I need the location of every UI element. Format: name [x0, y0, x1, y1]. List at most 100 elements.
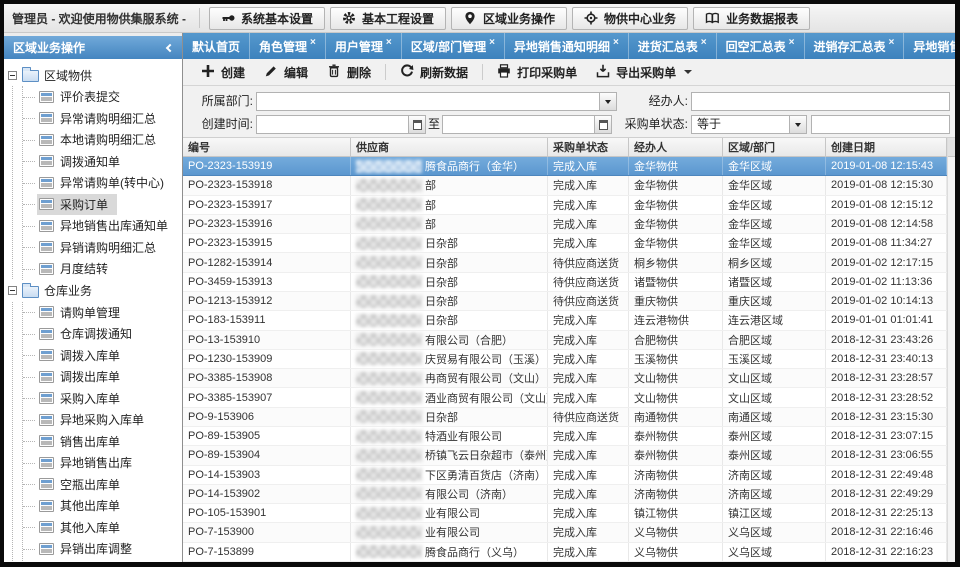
tab-7[interactable]: 进销存汇总表 × [805, 33, 905, 59]
sidebar-item[interactable]: 异地采购入库单 [23, 409, 182, 431]
sidebar-item[interactable]: 销售出库单 [23, 431, 182, 453]
vertical-scrollbar[interactable] [947, 138, 955, 562]
tab-8[interactable]: 异地销售调整明细 × [904, 33, 955, 59]
sidebar-item[interactable]: 调拨出库单 [23, 366, 182, 388]
collapse-toggle-icon[interactable] [8, 71, 17, 80]
sidebar-item[interactable]: 空瓶出库单 [23, 474, 182, 496]
close-icon[interactable]: × [386, 37, 392, 48]
sidebar-item[interactable]: 采购入库单 [23, 388, 182, 410]
handler-field[interactable] [691, 92, 950, 111]
table-row[interactable]: PO-1282-153914 日杂部 待供应商送货 桐乡物供 桐乡区域 2019… [183, 253, 947, 272]
dept-input[interactable] [257, 93, 599, 110]
table-row[interactable]: PO-3385-153908 冉商贸有限公司（文山） 完成入库 文山物供 文山区… [183, 369, 947, 388]
created-from-field[interactable] [256, 115, 426, 134]
dept-dropdown-trigger[interactable] [599, 93, 616, 110]
close-icon[interactable]: × [889, 37, 895, 48]
sidebar-item[interactable]: 请购单管理 [23, 302, 182, 324]
sidebar-item[interactable]: 调拨入库单 [23, 345, 182, 367]
close-icon[interactable]: × [789, 37, 795, 48]
table-row[interactable]: PO-9-153906 日杂部 待供应商送货 南通物供 南通区域 2018-12… [183, 408, 947, 427]
menu-button-data-reports[interactable]: 业务数据报表 [693, 7, 810, 30]
sidebar-group[interactable]: 仓库业务 [8, 280, 182, 302]
close-icon[interactable]: × [701, 37, 707, 48]
tab-0[interactable]: 默认首页 [183, 33, 250, 59]
sidebar-group[interactable]: 区域物供 [8, 64, 182, 86]
sidebar-item[interactable]: 异销出库调整 [23, 538, 182, 560]
date-picker-trigger[interactable] [408, 116, 425, 133]
table-row[interactable]: PO-2323-153915 日杂部 完成入库 金华物供 金华区域 2019-0… [183, 234, 947, 253]
tab-1[interactable]: 角色管理 × [250, 33, 326, 59]
sidebar-item[interactable]: 仓库调拨通知 [23, 323, 182, 345]
table-row[interactable]: PO-1230-153909 庆贸易有限公司（玉溪） 完成入库 玉溪物供 玉溪区… [183, 350, 947, 369]
created-to-input[interactable] [443, 116, 594, 133]
status-value-field[interactable] [811, 115, 950, 134]
table-row[interactable]: PO-7-153900 业有限公司 完成入库 义乌物供 义乌区域 2018-12… [183, 523, 947, 542]
sidebar-item[interactable]: 异常请购单(转中心) [23, 172, 182, 194]
table-row[interactable]: PO-105-153901 业有限公司 完成入库 镇江物供 镇江区域 2018-… [183, 504, 947, 523]
cell-handler: 义乌物供 [629, 543, 723, 561]
sidebar-item[interactable]: 本地请购明细汇总 [23, 129, 182, 151]
table-row[interactable]: PO-1213-153912 日杂部 待供应商送货 重庆物供 重庆区域 2019… [183, 292, 947, 311]
delete-button[interactable]: 删除 [319, 61, 379, 84]
sidebar-item[interactable]: 月度结转 [23, 258, 182, 280]
tab-4[interactable]: 异地销售通知明细 × [505, 33, 629, 59]
table-row[interactable]: PO-183-153911 日杂部 完成入库 连云港物供 连云港区域 2019-… [183, 311, 947, 330]
tab-2[interactable]: 用户管理 × [326, 33, 402, 59]
table-row[interactable]: PO-2323-153916 部 完成入库 金华物供 金华区域 2019-01-… [183, 215, 947, 234]
created-to-field[interactable] [442, 115, 612, 134]
status-operator-select[interactable]: 等于 [691, 115, 807, 134]
column-header-region[interactable]: 区域/部门 [723, 138, 826, 156]
table-row[interactable]: PO-7-153899 腾食品商行（义乌） 完成入库 义乌物供 义乌区域 201… [183, 543, 947, 562]
print-po-button[interactable]: 打印采购单 [489, 61, 585, 84]
table-row[interactable]: PO-2323-153917 部 完成入库 金华物供 金华区域 2019-01-… [183, 196, 947, 215]
status-dropdown-trigger[interactable] [789, 116, 806, 133]
column-header-status[interactable]: 采购单状态 [548, 138, 629, 156]
sidebar-item[interactable]: 异常请购明细汇总 [23, 108, 182, 130]
tab-3[interactable]: 区域/部门管理 × [402, 33, 505, 59]
table-row[interactable]: PO-2323-153919 腾食品商行（金华） 完成入库 金华物供 金华区域 … [183, 157, 947, 176]
edit-button[interactable]: 编辑 [256, 61, 316, 84]
sidebar-item[interactable]: 评价表提交 [23, 86, 182, 108]
table-row[interactable]: PO-2323-153918 部 完成入库 金华物供 金华区域 2019-01-… [183, 176, 947, 195]
close-icon[interactable]: × [489, 37, 495, 48]
document-icon [39, 414, 54, 426]
column-header-po[interactable]: 编号 [183, 138, 351, 156]
tab-6[interactable]: 回空汇总表 × [717, 33, 805, 59]
table-row[interactable]: PO-14-153902 有限公司（济南） 完成入库 济南物供 济南区域 201… [183, 485, 947, 504]
cell-handler: 诸暨物供 [629, 273, 723, 291]
table-row[interactable]: PO-89-153905 特酒业有限公司 完成入库 泰州物供 泰州区域 2018… [183, 427, 947, 446]
status-value-input[interactable] [812, 116, 949, 133]
sidebar-item[interactable]: 采购订单 [23, 194, 182, 216]
column-header-handler[interactable]: 经办人 [629, 138, 723, 156]
refresh-button[interactable]: 刷新数据 [392, 61, 476, 84]
table-row[interactable]: PO-3385-153907 酒业商贸有限公司（文山） 完成入库 文山物供 文山… [183, 388, 947, 407]
dept-combobox[interactable] [256, 92, 617, 111]
collapse-toggle-icon[interactable] [8, 286, 17, 295]
column-header-supplier[interactable]: 供应商 [351, 138, 548, 156]
handler-input[interactable] [692, 93, 949, 110]
menu-button-regional-operations[interactable]: 区域业务操作 [451, 7, 567, 30]
column-header-created[interactable]: 创建日期 [826, 138, 947, 156]
cell-supplier: 下区勇清百货店（济南） [351, 466, 548, 484]
sidebar-item[interactable]: 异地销售出库通知单 [23, 215, 182, 237]
close-icon[interactable]: × [613, 37, 619, 48]
sidebar-item[interactable]: 异销请购明细汇总 [23, 237, 182, 259]
sidebar-item[interactable]: 调拨通知单 [23, 151, 182, 173]
table-row[interactable]: PO-3459-153913 日杂部 待供应商送货 诸暨物供 诸暨区域 2019… [183, 273, 947, 292]
table-row[interactable]: PO-13-153910 有限公司（合肥） 完成入库 合肥物供 合肥区域 201… [183, 331, 947, 350]
sidebar-item[interactable]: 其他出库单 [23, 495, 182, 517]
table-row[interactable]: PO-89-153904 桥镇飞云日杂超市（泰州） 完成入库 泰州物供 泰州区域… [183, 446, 947, 465]
created-from-input[interactable] [257, 116, 408, 133]
create-button[interactable]: 创建 [193, 61, 253, 84]
table-row[interactable]: PO-14-153903 下区勇清百货店（济南） 完成入库 济南物供 济南区域 … [183, 466, 947, 485]
sidebar-item[interactable] [23, 560, 182, 563]
collapse-sidebar-icon[interactable] [166, 43, 174, 51]
sidebar-item[interactable]: 其他入库单 [23, 517, 182, 539]
sidebar-item[interactable]: 异地销售出库 [23, 452, 182, 474]
tab-5[interactable]: 进货汇总表 × [629, 33, 717, 59]
export-po-button[interactable]: 导出采购单 [588, 61, 700, 84]
menu-button-engineering-settings[interactable]: 基本工程设置 [330, 7, 446, 30]
menu-button-supply-center[interactable]: 物供中心业务 [572, 7, 688, 30]
close-icon[interactable]: × [310, 37, 316, 48]
menu-button-system-settings[interactable]: 系统基本设置 [209, 7, 325, 30]
